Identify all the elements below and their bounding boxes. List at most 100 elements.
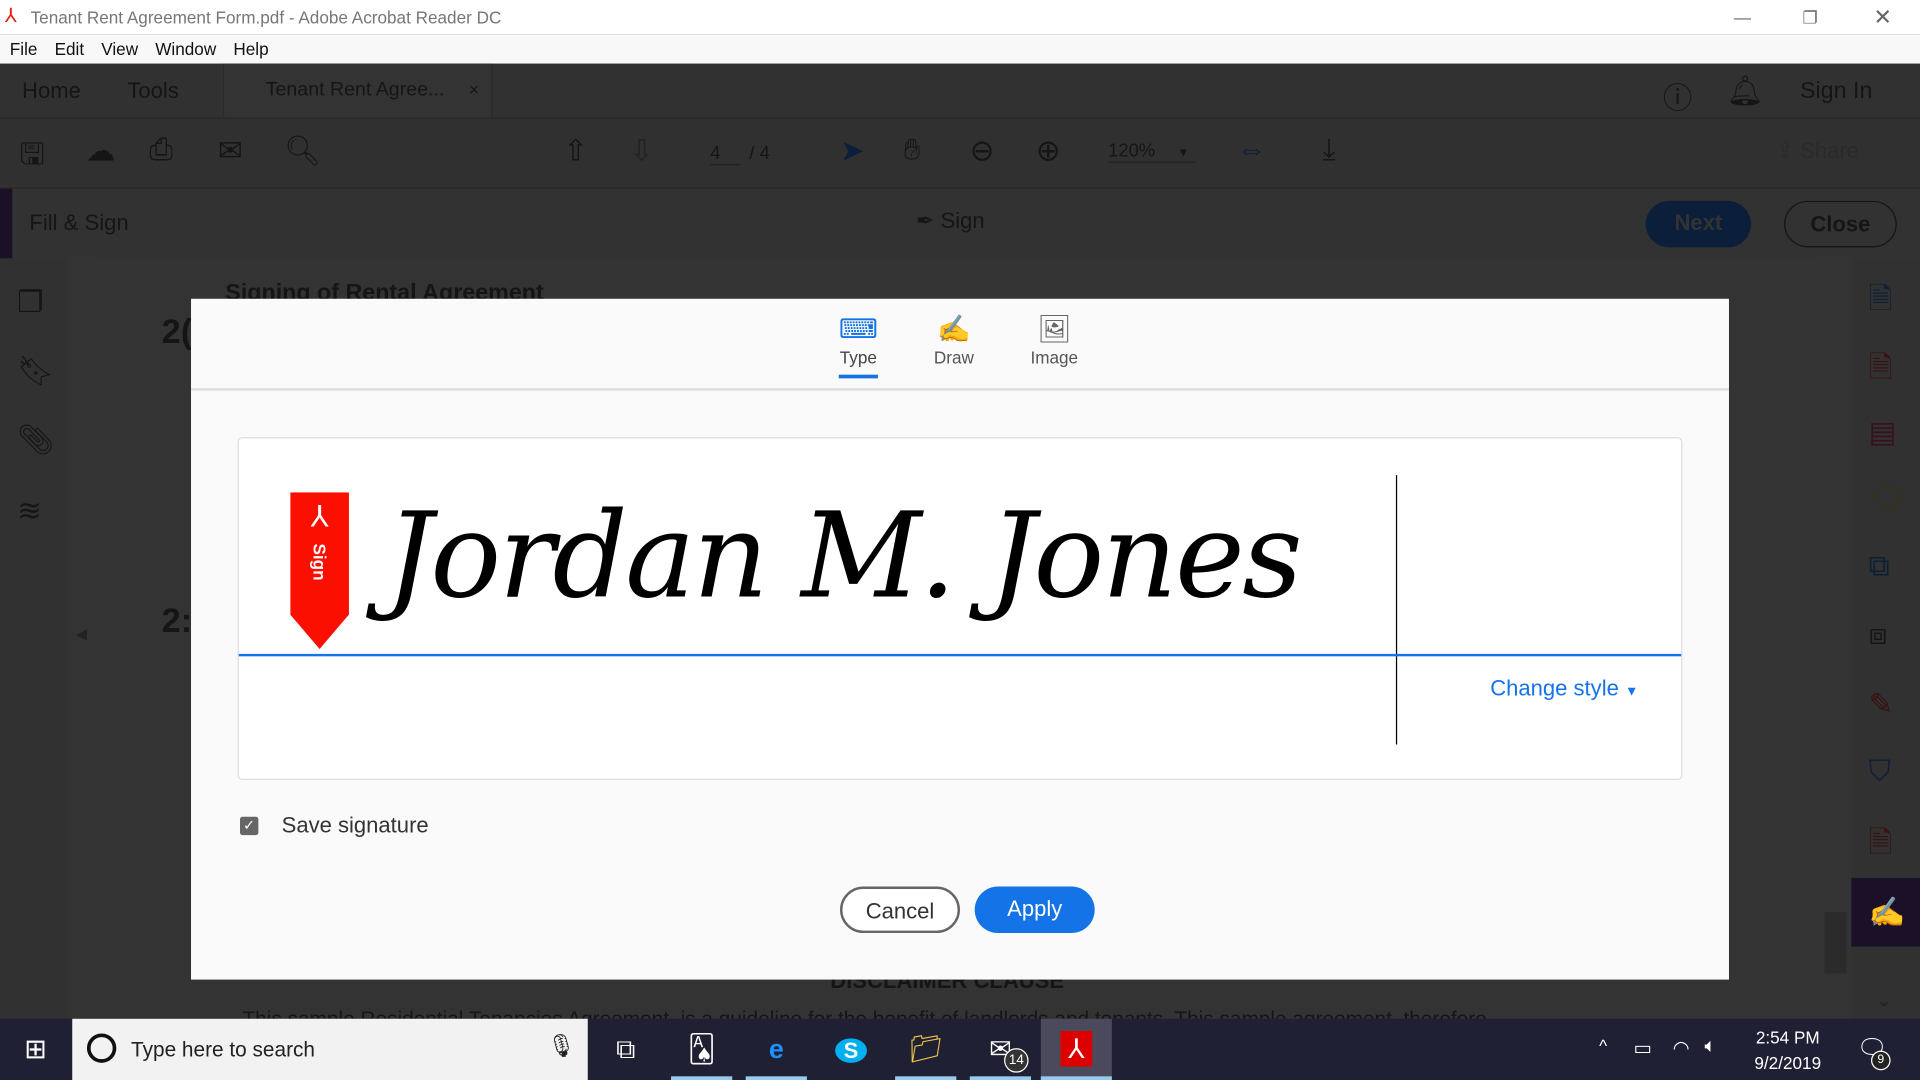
- tab-draw[interactable]: ✍ Draw: [917, 313, 990, 367]
- acrobat-pdf-icon[interactable]: 🗎: [1869, 822, 1893, 872]
- tab-close-button[interactable]: ×: [469, 80, 479, 100]
- sign-label: Sign: [940, 208, 985, 233]
- minimize-button[interactable]: —: [1734, 0, 1751, 34]
- draw-pen-icon: ✍: [937, 313, 971, 345]
- sign-in-button[interactable]: Sign In: [1800, 78, 1872, 105]
- menu-view[interactable]: View: [101, 39, 138, 59]
- combine-icon[interactable]: ⧉: [1869, 550, 1890, 584]
- fit-page-icon[interactable]: ⇔: [1237, 133, 1266, 167]
- sign-here-badge: ⅄ Sign: [290, 492, 349, 649]
- select-cursor-icon[interactable]: ➤: [840, 133, 865, 169]
- upload-cloud-icon[interactable]: ☁: [86, 133, 115, 169]
- fill-sign-tool[interactable]: ✍: [1851, 877, 1920, 947]
- tab-draw-label: Draw: [933, 347, 974, 368]
- acrobat-taskbar-icon[interactable]: ⅄: [1040, 1018, 1112, 1080]
- scroll-mode-icon[interactable]: ⤓: [1322, 133, 1335, 167]
- right-rail: 🗎 🗎 ▤ 🗨︎ ⧉ ⧈ ✎ ⛉ 🗎 ✍ ⌄: [1851, 258, 1920, 1019]
- menu-window[interactable]: Window: [155, 39, 216, 59]
- caret-down-icon: ▼: [1625, 684, 1639, 700]
- apply-button[interactable]: Apply: [974, 886, 1095, 934]
- page-number-input[interactable]: 4: [710, 143, 740, 166]
- hand-icon[interactable]: ✋︎: [904, 133, 921, 167]
- tab-image[interactable]: 🖼︎ Image: [1018, 313, 1091, 367]
- scroll-down-icon[interactable]: ⌄: [1876, 988, 1892, 1012]
- tab-home[interactable]: Home: [22, 78, 81, 104]
- tab-bar: Home Tools Tenant Rent Agree... × ⓘ 🔔︎ S…: [0, 63, 1920, 118]
- edge-icon[interactable]: e: [745, 1019, 807, 1080]
- close-button[interactable]: Close: [1784, 200, 1897, 248]
- cancel-button[interactable]: Cancel: [840, 886, 961, 934]
- task-view-icon[interactable]: ⧉: [595, 1019, 656, 1080]
- change-style-label: Change style: [1490, 675, 1619, 701]
- next-button[interactable]: Next: [1645, 200, 1752, 248]
- compress-icon[interactable]: ⧈: [1869, 618, 1888, 652]
- pages-icon[interactable]: ❐: [17, 285, 43, 321]
- title-bar: ⅄ Tenant Rent Agreement Form.pdf - Adobe…: [0, 0, 1920, 35]
- zoom-in-icon[interactable]: ⊕: [1036, 133, 1061, 169]
- export-pdf-icon[interactable]: 🗎: [1869, 278, 1893, 328]
- menu-bar: File Edit View Window Help: [0, 34, 1920, 64]
- edit-pdf-icon[interactable]: ✎: [1869, 687, 1894, 723]
- attachment-icon[interactable]: 📎︎: [17, 422, 54, 458]
- signature-text[interactable]: Jordan M. Jones: [386, 487, 1303, 624]
- collapse-left-icon[interactable]: ◀: [76, 626, 87, 643]
- doc-number: 2:: [161, 601, 193, 640]
- file-explorer-icon[interactable]: 📁︎: [895, 1019, 957, 1080]
- chevron-down-icon: ▼: [1177, 146, 1190, 161]
- protect-icon[interactable]: ⛉: [1869, 756, 1891, 790]
- fill-sign-icon: ✍: [1868, 896, 1906, 930]
- keyboard-icon: ⌨: [838, 313, 878, 345]
- create-pdf-icon[interactable]: 🗎: [1869, 347, 1893, 397]
- page-down-icon[interactable]: ⇩: [629, 133, 654, 169]
- help-icon[interactable]: ⓘ: [1663, 73, 1692, 116]
- page-up-icon[interactable]: ⇧: [563, 133, 588, 169]
- mail-icon[interactable]: ✉ 14: [969, 1019, 1032, 1080]
- fill-sign-bar: Fill & Sign ✒ Sign Next Close: [0, 187, 1920, 259]
- menu-file[interactable]: File: [10, 39, 38, 59]
- sign-badge-label: Sign: [309, 543, 330, 581]
- bell-icon[interactable]: 🔔︎: [1727, 73, 1764, 109]
- close-window-button[interactable]: ✕: [1873, 0, 1891, 34]
- restore-button[interactable]: ❐: [1802, 0, 1817, 34]
- search-placeholder: Type here to search: [131, 1038, 316, 1062]
- doc-number: 2(: [161, 312, 193, 351]
- search-box[interactable]: Type here to search 🎙︎: [72, 1018, 588, 1080]
- menu-edit[interactable]: Edit: [55, 39, 85, 59]
- skype-icon[interactable]: S: [820, 1019, 881, 1080]
- acrobat-logo-icon: ⅄: [4, 6, 17, 27]
- volume-icon[interactable]: 🔈︎: [1704, 1036, 1716, 1058]
- layers-icon[interactable]: ≋: [17, 493, 42, 529]
- sign-tool-button[interactable]: ✒ Sign: [916, 208, 985, 234]
- bookmark-icon[interactable]: 🔖︎: [17, 354, 54, 390]
- zoom-out-icon[interactable]: ⊖: [970, 133, 995, 169]
- acrobat-logo-icon: ⅄: [310, 500, 329, 534]
- tab-image-label: Image: [1030, 347, 1079, 368]
- menu-help[interactable]: Help: [233, 39, 268, 59]
- tab-document[interactable]: Tenant Rent Agree... ×: [222, 63, 493, 118]
- show-hidden-icons[interactable]: ^: [1599, 1036, 1607, 1056]
- save-signature-checkbox[interactable]: ✓: [240, 816, 259, 836]
- signature-input-area[interactable]: ⅄ Sign Jordan M. Jones Change style ▼: [237, 437, 1683, 781]
- scrollbar[interactable]: [1824, 912, 1847, 974]
- tab-tools[interactable]: Tools: [127, 78, 178, 104]
- share-button[interactable]: ⇪ Share: [1776, 138, 1859, 164]
- change-style-dropdown[interactable]: Change style ▼: [1490, 676, 1638, 702]
- wifi-icon[interactable]: ◠: [1673, 1036, 1690, 1060]
- search-icon[interactable]: 🔍︎: [284, 133, 321, 169]
- print-icon[interactable]: ⎙: [149, 133, 173, 167]
- clock[interactable]: 2:54 PM 9/2/2019: [1739, 1025, 1837, 1076]
- start-button[interactable]: ⊞: [5, 1019, 66, 1080]
- organize-pages-icon[interactable]: ▤: [1869, 415, 1897, 451]
- comment-icon[interactable]: 🗨︎: [1869, 481, 1906, 517]
- microphone-icon[interactable]: 🎙︎: [547, 1033, 575, 1059]
- zoom-value: 120%: [1108, 140, 1156, 162]
- email-icon[interactable]: ✉: [218, 133, 243, 169]
- mail-badge: 14: [1004, 1048, 1029, 1073]
- pen-icon: ✒: [915, 208, 935, 233]
- battery-icon[interactable]: ▭: [1633, 1036, 1652, 1060]
- solitaire-icon[interactable]: 🂡: [671, 1019, 733, 1080]
- save-icon[interactable]: 🖫: [20, 133, 45, 183]
- image-icon: 🖼︎: [1037, 313, 1072, 345]
- tab-type[interactable]: ⌨ Type: [822, 313, 895, 379]
- zoom-select[interactable]: 120% ▼: [1108, 140, 1197, 163]
